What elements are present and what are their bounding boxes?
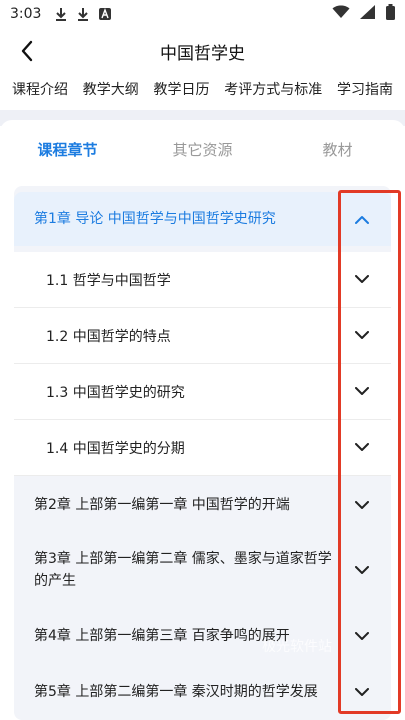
chapter-item[interactable]: 第4章 上部第一编第三章 百家争鸣的展开 xyxy=(14,610,391,662)
chapter-label: 第3章 上部第一编第二章 儒家、墨家与道家哲学的产生 xyxy=(34,551,332,589)
chapter-item[interactable]: 第2章 上部第一编第一章 中国哲学的开端 xyxy=(14,478,391,532)
chevron-down-icon[interactable] xyxy=(353,327,371,345)
status-right-icons xyxy=(332,4,395,24)
tab-syllabus[interactable]: 教学大纲 xyxy=(83,79,139,99)
chapter-item[interactable]: 第1章 导论 中国哲学与中国哲学史研究 xyxy=(14,192,391,246)
chevron-down-icon[interactable] xyxy=(353,683,371,701)
tab-study-guide[interactable]: 学习指南 xyxy=(337,79,393,99)
chevron-down-icon[interactable] xyxy=(353,383,371,401)
chapter-item[interactable]: 第5章 上部第二编第一章 秦汉时期的哲学发展 xyxy=(14,666,391,718)
section-label: 1.1 哲学与中国哲学 xyxy=(46,272,171,289)
watermark: 极光软件站 xyxy=(262,639,332,655)
chapter-label: 第5章 上部第二编第一章 秦汉时期的哲学发展 xyxy=(34,684,318,700)
back-button[interactable] xyxy=(14,38,40,64)
back-arrow-icon xyxy=(21,40,33,62)
download-icon xyxy=(75,6,91,22)
chevron-down-icon[interactable] xyxy=(353,496,371,514)
chevron-down-icon[interactable] xyxy=(353,271,371,289)
wifi-icon xyxy=(332,5,350,23)
chevron-up-icon[interactable] xyxy=(353,210,371,228)
chapter-label: 第2章 上部第一编第一章 中国哲学的开端 xyxy=(34,497,290,513)
status-time: 3:03 xyxy=(10,6,42,22)
chevron-down-icon[interactable] xyxy=(353,561,371,579)
tab-assessment[interactable]: 考评方式与标准 xyxy=(224,79,322,99)
section-item[interactable]: 1.1 哲学与中国哲学 xyxy=(14,252,391,308)
tab-calendar[interactable]: 教学日历 xyxy=(154,79,210,99)
chapter-label: 第4章 上部第一编第三章 百家争鸣的展开 xyxy=(34,628,290,644)
tab-course-intro[interactable]: 课程介绍 xyxy=(12,79,68,99)
chapter-label: 第1章 导论 中国哲学与中国哲学史研究 xyxy=(34,211,276,227)
sub-tabs: 课程章节 其它资源 教材 xyxy=(0,128,405,170)
page-title: 中国哲学史 xyxy=(160,43,245,64)
top-bar: 中国哲学史 xyxy=(0,28,405,74)
section-item[interactable]: 1.4 中国哲学史的分期 xyxy=(14,420,391,476)
section-item[interactable]: 1.2 中国哲学的特点 xyxy=(14,308,391,364)
status-bar: 3:03 xyxy=(0,0,405,28)
subtab-other-resources[interactable]: 其它资源 xyxy=(135,139,270,160)
section-label: 1.4 中国哲学史的分期 xyxy=(46,440,185,457)
subtab-chapters[interactable]: 课程章节 xyxy=(0,139,135,160)
download-icon xyxy=(53,6,69,22)
chapter-item[interactable]: 第3章 上部第一编第二章 儒家、墨家与道家哲学的产生 xyxy=(14,536,391,604)
chevron-down-icon[interactable] xyxy=(353,627,371,645)
a-box-icon xyxy=(97,6,113,22)
section-item[interactable]: 1.3 中国哲学史的研究 xyxy=(14,364,391,420)
chevron-down-icon[interactable] xyxy=(353,439,371,457)
signal-icon xyxy=(360,5,376,23)
top-tabs: 课程介绍 教学大纲 教学日历 考评方式与标准 学习指南 xyxy=(0,74,405,104)
subtab-textbook[interactable]: 教材 xyxy=(270,139,405,160)
battery-icon xyxy=(386,4,395,24)
section-label: 1.2 中国哲学的特点 xyxy=(46,328,171,345)
section-label: 1.3 中国哲学史的研究 xyxy=(46,384,185,401)
